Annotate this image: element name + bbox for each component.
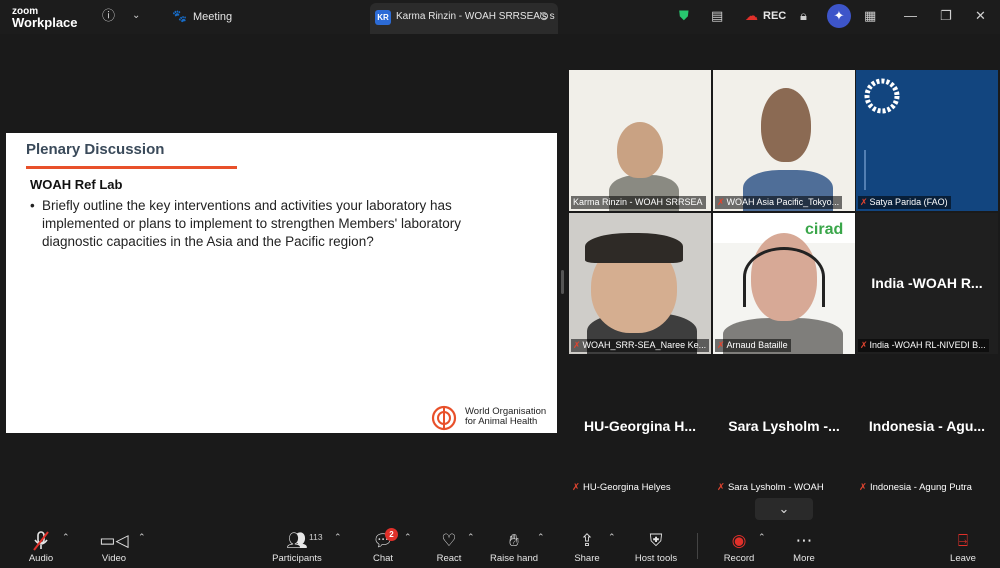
tile-display-name: HU-Georgina H... [583, 418, 696, 434]
slide-title: Plenary Discussion [26, 141, 165, 158]
cloud-record-icon: ☁ [745, 8, 758, 23]
paw-icon: 🐾 [172, 9, 187, 23]
muted-mic-icon: ✗ [860, 197, 868, 207]
participants-count: 113 [309, 532, 323, 542]
video-tile[interactable]: ✗ Satya Parida (FAO) [856, 70, 998, 211]
raise-hand-options-caret[interactable]: ⌃ [537, 532, 545, 543]
video-tile[interactable]: Karma Rinzin - WOAH SRRSEA [569, 70, 711, 211]
active-tab-label: Karma Rinzin - WOAH SRRSEA's s [396, 11, 555, 22]
share-avatar-badge: KR [375, 10, 391, 25]
video-button[interactable]: ▭◁ Video [95, 523, 133, 568]
headset-icon [743, 247, 825, 307]
shield-icon: ⛨ [649, 531, 663, 550]
muted-mic-icon: ✗ [717, 482, 725, 493]
video-tile[interactable]: Sara Lysholm -... ✗ Sara Lysholm - WOAH [713, 356, 855, 496]
video-tile[interactable]: India -WOAH R... ✗ India -WOAH RL-NIVEDI … [856, 213, 998, 354]
react-button[interactable]: ♡ React [430, 523, 468, 568]
raise-hand-button[interactable]: ✋︎ Raise hand [488, 523, 540, 568]
view-layout-icon[interactable]: ▦ [864, 8, 876, 24]
leave-button[interactable]: ⍈ Leave [944, 523, 982, 568]
meeting-tab[interactable]: Meeting [193, 11, 232, 23]
muted-mic-icon: ✗ [572, 482, 580, 493]
tile-name: WOAH Asia Pacific_Tokyo... [726, 197, 840, 207]
video-options-caret[interactable]: ⌃ [138, 532, 146, 543]
toolbar-separator [697, 533, 698, 559]
slide-bullet: Briefly outline the key interventions an… [28, 197, 498, 251]
muted-mic-icon: ✗ [573, 340, 581, 350]
ai-companion-icon[interactable]: ✦ [827, 4, 851, 28]
minimize-icon[interactable]: — [904, 8, 917, 24]
chevron-down-icon[interactable]: ⌄ [132, 8, 140, 24]
share-screen-icon: ⇪ [579, 531, 595, 550]
chevron-down-icon: ⌄ [778, 501, 790, 516]
chat-options-caret[interactable]: ⌃ [404, 532, 412, 543]
restore-icon[interactable]: ❐ [940, 8, 952, 24]
lock-icon[interactable]: 🔒︎ [800, 8, 807, 24]
more-button[interactable]: ⋯ More [786, 523, 822, 568]
tile-name: India -WOAH RL-NIVEDI B... [869, 340, 986, 350]
title-bar: zoom Workplace ⓘ ⌄ 🐾 Meeting KR Karma Ri… [0, 0, 1000, 34]
sdg-wheel-icon [864, 78, 900, 114]
slide-title-rule [26, 166, 237, 169]
more-options-icon[interactable]: ⊙ [539, 8, 549, 24]
notes-icon[interactable]: ▤ [711, 8, 723, 24]
tile-name: Arnaud Bataille [726, 340, 788, 350]
hand-icon: ✋︎ [509, 531, 519, 550]
gallery-expand-button[interactable]: ⌄ [755, 498, 813, 520]
host-tools-button[interactable]: ⛨ Host tools [630, 523, 682, 568]
tile-display-name: Indonesia - Agu... [868, 418, 986, 434]
record-options-caret[interactable]: ⌃ [758, 532, 766, 543]
zoom-logo: zoom Workplace [12, 6, 78, 30]
audio-button[interactable]: Audio [22, 523, 60, 568]
participants-options-caret[interactable]: ⌃ [334, 532, 342, 543]
tile-name: HU-Georgina Helyes [582, 482, 671, 493]
muted-mic-icon: ✗ [859, 482, 867, 493]
info-icon[interactable]: ⓘ [102, 8, 115, 24]
leave-door-icon: ⍈ [957, 531, 969, 550]
split-resize-handle[interactable] [561, 270, 564, 294]
close-icon[interactable]: ✕ [975, 8, 986, 24]
tile-name: Karma Rinzin - WOAH SRRSEA [573, 197, 703, 207]
rec-indicator[interactable]: REC [763, 10, 786, 22]
tile-display-name: Sara Lysholm -... [728, 418, 840, 434]
slide-subtitle: WOAH Ref Lab [30, 177, 123, 192]
video-camera-icon: ▭◁ [99, 531, 129, 550]
cirad-logo: cirad [805, 221, 844, 238]
video-tile[interactable]: ✗ WOAH_SRR-SEA_Naree Ke... [569, 213, 711, 354]
video-tile[interactable]: ✗ WOAH Asia Pacific_Tokyo... [713, 70, 855, 211]
tile-display-name: India -WOAH R... [871, 275, 983, 291]
share-button[interactable]: ⇪ Share [568, 523, 606, 568]
react-options-caret[interactable]: ⌃ [467, 532, 475, 543]
woah-logo-icon [431, 405, 457, 431]
tile-name: Indonesia - Agung Putra [869, 482, 972, 493]
tile-name: WOAH_SRR-SEA_Naree Ke... [582, 340, 707, 350]
record-icon: ◉ [731, 531, 747, 550]
tile-name: Sara Lysholm - WOAH [727, 482, 824, 493]
audio-options-caret[interactable]: ⌃ [62, 532, 70, 543]
record-button[interactable]: ◉ Record [718, 523, 760, 568]
video-tile[interactable]: Indonesia - Agu... ✗ Indonesia - Agung Pu… [856, 356, 998, 496]
muted-mic-icon: ✗ [860, 340, 868, 350]
heart-icon: ♡ [441, 531, 457, 550]
video-tile[interactable]: HU-Georgina H... ✗ HU-Georgina Helyes [569, 356, 711, 496]
tile-name: Satya Parida (FAO) [869, 197, 948, 207]
shield-icon[interactable]: ⛊ [679, 8, 689, 24]
video-tile[interactable]: cirad ✗ Arnaud Bataille [713, 213, 855, 354]
muted-mic-icon [33, 531, 49, 551]
share-options-caret[interactable]: ⌃ [608, 532, 616, 543]
shared-screen: Plenary Discussion WOAH Ref Lab Briefly … [6, 133, 557, 433]
meeting-toolbar: Audio ⌃ ▭◁ Video ⌃ 👥︎ Participants 113 ⌃… [0, 523, 1000, 568]
chat-unread-badge: 2 [385, 528, 398, 541]
muted-mic-icon: ✗ [717, 340, 725, 350]
more-icon: ⋯ [795, 531, 813, 550]
org-name: World Organisation for Animal Health [465, 406, 547, 427]
participants-button[interactable]: 👥︎ Participants [266, 523, 328, 568]
muted-mic-icon: ✗ [717, 197, 725, 207]
